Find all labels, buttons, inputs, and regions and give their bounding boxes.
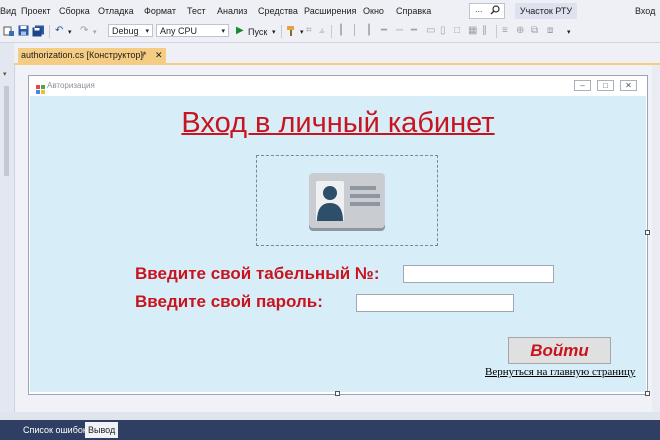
make-same-width-icon[interactable]: ▭ xyxy=(426,25,435,37)
align-grid-icon[interactable]: ⌗ xyxy=(306,25,312,37)
close-icon: ✕ xyxy=(625,81,632,90)
toolbar: ↶ ▾ ↷ ▾ Debug ▾ Any CPU ▾ ▶ Пуск ▾ ▾ ⌗ ⫨… xyxy=(0,22,660,43)
undo-dropdown-icon[interactable]: ▾ xyxy=(68,27,72,39)
toolbar-overflow-icon[interactable]: ▾ xyxy=(567,27,571,39)
chevron-down-icon: ▾ xyxy=(145,28,149,35)
tab-error-list[interactable]: Список ошибок xyxy=(20,422,90,438)
vertical-spacing-icon[interactable]: ≡ xyxy=(502,25,508,37)
configuration-select[interactable]: Debug ▾ xyxy=(108,24,153,37)
pin-icon[interactable]: ⫮ xyxy=(142,48,144,63)
run-button[interactable]: Пуск xyxy=(248,26,267,38)
tab-output[interactable]: Вывод xyxy=(85,422,119,438)
toolbar-separator xyxy=(331,25,332,38)
run-dropdown-icon[interactable]: ▾ xyxy=(272,27,276,39)
center-horizontally-icon[interactable]: ⊕ xyxy=(516,25,524,37)
resize-handle-corner[interactable] xyxy=(645,391,650,396)
menu-help[interactable]: Справка xyxy=(396,6,431,16)
horizontal-spacing-icon[interactable]: ∥ xyxy=(482,25,487,37)
menu-test[interactable]: Тест xyxy=(187,6,206,16)
menu-tools[interactable]: Средства xyxy=(258,6,298,16)
menu-analyze[interactable]: Анализ xyxy=(217,6,247,16)
minimize-button[interactable]: – xyxy=(574,80,591,91)
form-window-title: Авторизация xyxy=(47,81,95,90)
menu-build[interactable]: Сборка xyxy=(59,6,90,16)
run-icon[interactable]: ▶ xyxy=(236,25,244,37)
password-input[interactable] xyxy=(356,294,514,312)
menu-window[interactable]: Окно xyxy=(363,6,384,16)
app-icon xyxy=(36,81,45,94)
platform-value: Any CPU xyxy=(160,26,198,36)
align-lefts-icon[interactable]: ┃ xyxy=(338,25,344,37)
configuration-value: Debug xyxy=(112,26,139,36)
align-centers-icon[interactable]: │ xyxy=(352,25,358,37)
employee-number-label: Введите свой табельный №: xyxy=(135,264,380,283)
left-scrollbar-thumb[interactable] xyxy=(4,86,9,176)
search-placeholder: ... xyxy=(475,4,483,14)
id-card-icon xyxy=(309,173,385,231)
login-button[interactable]: Войти xyxy=(508,337,611,364)
id-card-picture-box[interactable] xyxy=(256,155,438,246)
right-scrollbar[interactable] xyxy=(652,65,660,412)
redo-icon[interactable]: ↷ xyxy=(80,25,88,37)
save-icon[interactable] xyxy=(18,25,29,40)
menu-view[interactable]: Вид xyxy=(0,6,16,16)
tab-label: authorization.cs [Конструктор]* xyxy=(21,50,147,60)
close-icon[interactable]: ✕ xyxy=(155,48,163,63)
search-icon xyxy=(490,5,500,17)
chevron-down-icon: ▾ xyxy=(221,28,225,35)
save-all-icon[interactable] xyxy=(32,25,45,41)
employee-number-input[interactable] xyxy=(403,265,554,283)
back-to-main-link[interactable]: Вернуться на главную страницу xyxy=(485,366,635,378)
undo-icon[interactable]: ↶ xyxy=(55,25,63,37)
size-to-grid-icon[interactable]: ▦ xyxy=(468,25,477,37)
toolbar-separator xyxy=(49,25,50,38)
align-left-icon[interactable]: ⫨ xyxy=(319,25,325,37)
new-item-icon[interactable] xyxy=(3,25,15,41)
search-box[interactable]: ... xyxy=(469,3,505,19)
chevron-down-icon[interactable]: ▾ xyxy=(3,70,11,78)
menu-debug[interactable]: Отладка xyxy=(98,6,134,16)
menu-project[interactable]: Проект xyxy=(21,6,51,16)
format-painter-icon[interactable] xyxy=(286,25,298,41)
maximize-icon: □ xyxy=(603,81,608,90)
send-to-back-icon[interactable]: ⧈ xyxy=(547,25,553,37)
horizontal-scrollbar[interactable] xyxy=(0,412,660,420)
resize-handle-right[interactable] xyxy=(645,230,650,235)
resize-handle-bottom[interactable] xyxy=(335,391,340,396)
make-same-size-icon[interactable]: □ xyxy=(454,25,460,37)
menu-extensions[interactable]: Расширения xyxy=(304,6,356,16)
make-same-height-icon[interactable]: ▯ xyxy=(440,25,446,37)
page-title: Вход в личный кабинет xyxy=(181,107,495,139)
minimize-icon: – xyxy=(580,81,585,90)
account-badge[interactable]: Участок РТУ xyxy=(515,3,577,19)
menu-format[interactable]: Формат xyxy=(144,6,176,16)
align-rights-icon[interactable]: ┃ xyxy=(366,25,372,37)
redo-dropdown-icon[interactable]: ▾ xyxy=(93,27,97,39)
close-window-button[interactable]: ✕ xyxy=(620,80,637,91)
maximize-button[interactable]: □ xyxy=(597,80,614,91)
platform-select[interactable]: Any CPU ▾ xyxy=(156,24,229,37)
align-middles-icon[interactable]: ─ xyxy=(396,25,403,37)
align-tops-icon[interactable]: ━ xyxy=(381,25,387,37)
toolbar-separator xyxy=(281,25,282,38)
password-label: Введите свой пароль: xyxy=(135,292,323,311)
align-bottoms-icon[interactable]: ━ xyxy=(411,25,417,37)
bring-to-front-icon[interactable]: ⧉ xyxy=(531,25,538,37)
format-dropdown-icon[interactable]: ▾ xyxy=(300,27,304,39)
tab-authorization-designer[interactable]: authorization.cs [Конструктор]* ⫮ ✕ xyxy=(18,48,166,63)
login-link[interactable]: Вход xyxy=(635,6,655,16)
toolbar-separator xyxy=(496,25,497,38)
form-titlebar[interactable] xyxy=(29,76,647,95)
